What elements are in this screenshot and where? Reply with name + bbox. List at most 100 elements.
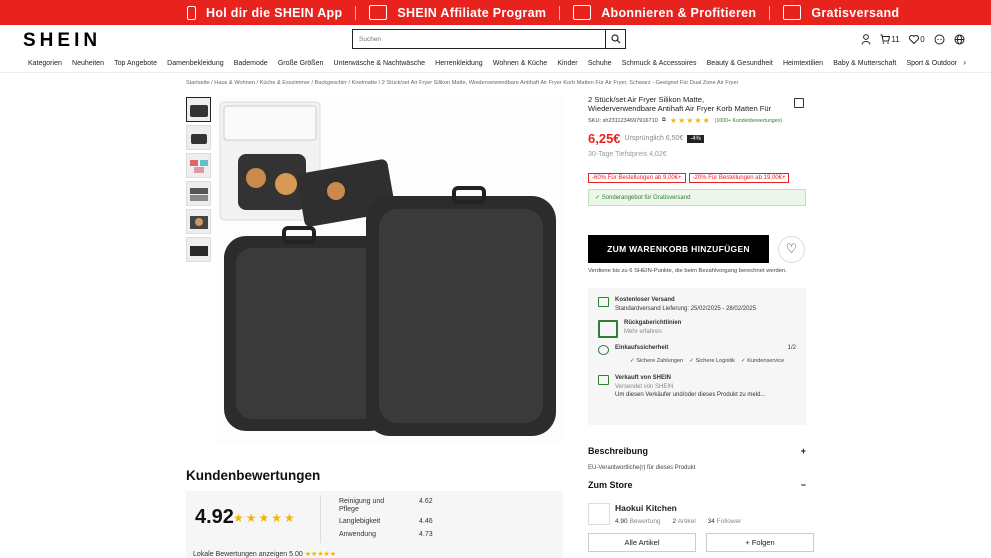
user-icon[interactable] <box>859 33 872 45</box>
megaphone-icon <box>369 5 388 20</box>
nav-item[interactable]: Heimtextilien <box>783 60 823 67</box>
promo-subscribe-label: Abonnieren & Profitieren <box>601 5 757 20</box>
seller-title: Verkauft von SHEIN <box>615 375 672 381</box>
store-stats: 4.90 Bewertung 2 Artikel 34 Follower <box>615 518 742 525</box>
description-title: Beschreibung <box>588 446 649 456</box>
nav-item[interactable]: Bademode <box>234 60 268 67</box>
metric-value: 4.73 <box>419 531 433 538</box>
reviews-title: Kundenbewertungen <box>186 468 321 483</box>
description-section[interactable]: Beschreibung + <box>588 446 806 456</box>
store-section[interactable]: Zum Store − <box>588 480 806 490</box>
nav-item[interactable]: Unterwäsche & Nachtwäsche <box>334 60 425 67</box>
cart-row: ZUM WARENKORB HINZUFÜGEN ♡ <box>588 235 805 263</box>
store-name[interactable]: Haokui Kitchen <box>588 503 806 513</box>
truck-icon <box>598 297 609 307</box>
nav-item[interactable]: Kinder <box>557 60 577 67</box>
coupon[interactable]: -20% Für Bestellungen ab 19,00€+ <box>688 173 790 183</box>
product-info: 2 Stück/set Air Fryer Silikon Matte, Wie… <box>588 96 806 206</box>
reviews-summary: 4.92 ★★★★★ Reinigung und Pflege 4.62 Lan… <box>186 491 563 558</box>
shipping-title: Kostenloser Versand <box>615 297 675 303</box>
chip: ✓ Kundenservice <box>740 358 785 364</box>
collapse-icon: − <box>800 480 806 490</box>
nav-item[interactable]: Schuhe <box>588 60 612 67</box>
search-input[interactable] <box>353 30 605 48</box>
thumbnail-list <box>186 97 212 265</box>
promo-app-label: Hol dir die SHEIN App <box>206 5 343 20</box>
nav-item[interactable]: Wohnen & Küche <box>493 60 547 67</box>
promo-app[interactable]: Hol dir die SHEIN App <box>0 0 355 25</box>
expand-icon: + <box>800 446 806 456</box>
nav-item[interactable]: Sport & Outdoor <box>906 60 957 67</box>
coupon[interactable]: -60% Für Bestellungen ab 9,00€+ <box>588 173 686 183</box>
metric-label: Anwendung <box>339 531 376 538</box>
bell-icon <box>573 5 592 20</box>
metric-value: 4.62 <box>419 498 433 505</box>
security-row: Einkaufssicherheit 1/2 <box>598 344 796 355</box>
promo-free-shipping[interactable]: Gratisversand <box>770 0 912 25</box>
price-row: 6,25€ Ursprünglich 6,50€ -4% <box>588 131 806 146</box>
thumbnail[interactable] <box>186 209 211 234</box>
follow-button[interactable]: + Folgen <box>706 533 814 552</box>
nav-item[interactable]: Große Größen <box>278 60 324 67</box>
returns-icon <box>598 320 618 338</box>
local-reviews-toggle[interactable]: Lokale Bewertungen anzeigen 5.00 ★★★★★ <box>193 550 336 558</box>
thumbnail[interactable] <box>186 97 211 122</box>
store-section-title: Zum Store <box>588 480 633 490</box>
free-shipping-note: ✓ Sonderangebot für Gratisversand <box>588 189 806 206</box>
metric-label: Langlebigkeit <box>339 518 381 525</box>
wishlist-button[interactable]: ♡ <box>778 235 805 263</box>
report-link[interactable]: Um diesen Verkäufer und/oder dieses Prod… <box>615 392 765 398</box>
returns-row[interactable]: Rückgaberichtlinien Mehr erfahren <box>598 319 796 338</box>
globe-icon[interactable] <box>953 33 966 45</box>
share-icon[interactable] <box>794 98 804 108</box>
discount-badge: -4% <box>687 134 704 143</box>
promo-free-shipping-label: Gratisversand <box>811 5 900 20</box>
nav-item[interactable]: Neuheiten <box>72 60 104 67</box>
search-button[interactable] <box>605 30 625 48</box>
promo-subscribe[interactable]: Abonnieren & Profitieren <box>560 0 769 25</box>
promo-affiliate[interactable]: SHEIN Affiliate Program <box>356 0 559 25</box>
sku-row: SKU: sh2311234697916710 ⧉ ★★★★★ (1000+ Kund… <box>588 116 806 125</box>
wishlist-icon[interactable]: 0 <box>908 33 926 45</box>
security-title: Einkaufssicherheit <box>615 345 669 351</box>
support-icon[interactable] <box>933 33 946 45</box>
store-icon <box>598 375 609 385</box>
breadcrumb[interactable]: Startseite / Haus & Wohnen / Küche & Ess… <box>186 80 806 86</box>
nav-item[interactable]: Beauty & Gesundheit <box>707 60 773 67</box>
thumbnail[interactable] <box>186 153 211 178</box>
store-card: Haokui Kitchen 4.90 Bewertung 2 Artikel … <box>588 503 806 525</box>
eu-responsible-link[interactable]: EU-Verantwortliche(r) für dieses Produkt <box>588 465 695 471</box>
security-pager[interactable]: 1/2 <box>788 344 796 355</box>
shipping-row[interactable]: Kostenloser Versand Standardversand Liefe… <box>598 296 796 313</box>
thumbnail[interactable] <box>186 125 211 150</box>
add-to-cart-button[interactable]: ZUM WARENKORB HINZUFÜGEN <box>588 235 769 263</box>
review-stars: ★★★★★ <box>233 511 297 525</box>
nav-item[interactable]: Baby & Mutterschaft <box>833 60 896 67</box>
all-items-button[interactable]: Alle Artikel <box>588 533 696 552</box>
product-image[interactable] <box>216 96 563 443</box>
nav-item[interactable]: Kategorien <box>28 60 62 67</box>
nav-item[interactable]: Schmuck & Accessoires <box>622 60 697 67</box>
sku-text: SKU: sh2311234697916710 <box>588 117 658 124</box>
nav-item[interactable]: Herrenkleidung <box>435 60 482 67</box>
shein-logo[interactable]: SHEIN <box>23 30 101 52</box>
lowest-price: 30-Tage Tiefstpreis 4,02€ <box>588 151 667 158</box>
shield-icon <box>598 345 609 355</box>
thumbnail[interactable] <box>186 181 211 206</box>
cart-icon[interactable]: 11 <box>879 33 901 45</box>
metric-value: 4.46 <box>419 518 433 525</box>
thumbnail[interactable] <box>186 237 211 262</box>
store-logo[interactable] <box>588 503 610 525</box>
returns-link[interactable]: Mehr erfahren <box>624 329 662 335</box>
copy-icon[interactable]: ⧉ <box>662 117 666 124</box>
nav-item[interactable]: Top Angebote <box>114 60 157 67</box>
heart-icon: ♡ <box>785 241 798 256</box>
shipping-detail: Standardversand Lieferung: 25/02/2025 - … <box>615 305 757 312</box>
nav-item[interactable]: Damenbekleidung <box>167 60 223 67</box>
review-count-link[interactable]: (1000+ Kundenbewertungen) <box>715 118 782 124</box>
nav-next-icon[interactable]: › <box>963 58 966 67</box>
promo-affiliate-label: SHEIN Affiliate Program <box>397 5 547 20</box>
wishlist-count: 0 <box>920 34 925 44</box>
promo-banner: Hol dir die SHEIN App SHEIN Affiliate Pr… <box>0 0 991 25</box>
truck-icon <box>783 5 802 20</box>
